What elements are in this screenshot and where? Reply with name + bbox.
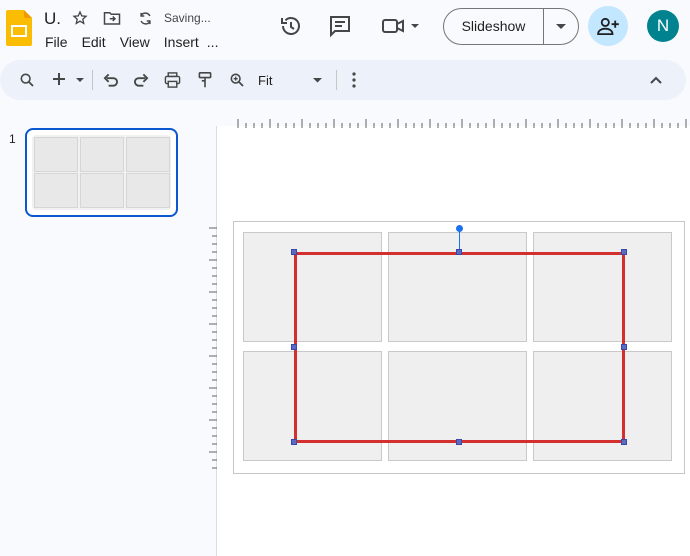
selected-rectangle-shape[interactable] [294, 252, 625, 443]
resize-handle-sw[interactable] [291, 439, 297, 445]
menu-edit[interactable]: Edit [82, 34, 106, 50]
comments-icon[interactable] [328, 14, 352, 38]
toolbar-divider [92, 70, 93, 90]
share-button[interactable] [588, 6, 628, 46]
thumb-cell [126, 137, 170, 172]
meet-dropdown-icon[interactable] [410, 22, 420, 30]
account-avatar[interactable]: N [647, 10, 679, 42]
resize-handle-se[interactable] [621, 439, 627, 445]
menu-insert[interactable]: Insert [164, 34, 199, 50]
rotation-handle[interactable] [456, 225, 463, 232]
app-header: U. Saving... File Edit View Insert ... S… [0, 0, 690, 58]
vertical-ruler[interactable] [208, 226, 218, 474]
resize-handle-w[interactable] [291, 344, 297, 350]
menu-view[interactable]: View [120, 34, 150, 50]
resize-handle-n[interactable] [456, 249, 462, 255]
sync-icon [140, 11, 151, 25]
slideshow-label[interactable]: Slideshow [444, 9, 544, 44]
title-actions: Saving... [72, 10, 211, 26]
move-folder-icon[interactable] [103, 10, 121, 26]
paint-format-icon[interactable] [198, 72, 212, 88]
print-icon[interactable] [164, 72, 181, 88]
version-history-icon[interactable] [279, 14, 303, 38]
redo-icon[interactable] [134, 73, 149, 87]
chevron-down-icon [556, 23, 566, 29]
thumb-cell [34, 137, 78, 172]
resize-handle-s[interactable] [456, 439, 462, 445]
star-icon[interactable] [72, 10, 88, 26]
thumb-cell [126, 173, 170, 208]
resize-handle-e[interactable] [621, 344, 627, 350]
thumb-cell [80, 173, 124, 208]
zoom-select-value[interactable]: Fit [258, 73, 272, 88]
menu-bar: File Edit View Insert ... [45, 34, 218, 50]
slideshow-options[interactable] [544, 23, 578, 30]
new-slide-dropdown-icon[interactable] [76, 78, 84, 83]
slide-thumbnail[interactable] [25, 128, 178, 217]
meet-video-icon[interactable] [381, 16, 405, 36]
zoom-dropdown-icon[interactable] [313, 78, 322, 83]
slideshow-button[interactable]: Slideshow [443, 8, 579, 45]
resize-handle-ne[interactable] [621, 249, 627, 255]
search-icon[interactable] [19, 72, 35, 88]
slide-thumbnail-canvas [32, 135, 171, 210]
main-toolbar: Fit [0, 60, 686, 100]
slide-number: 1 [9, 132, 16, 146]
undo-icon[interactable] [103, 73, 118, 87]
zoom-icon[interactable] [229, 72, 245, 88]
horizontal-ruler[interactable] [236, 116, 690, 130]
resize-handle-nw[interactable] [291, 249, 297, 255]
more-vert-icon[interactable] [351, 72, 357, 88]
slides-logo-icon[interactable] [6, 10, 32, 46]
collapse-toolbar-icon[interactable] [650, 76, 662, 84]
menu-file[interactable]: File [45, 34, 68, 50]
thumb-cell [34, 173, 78, 208]
menu-more[interactable]: ... [207, 34, 219, 50]
add-person-icon [597, 17, 619, 35]
toolbar-divider [336, 70, 337, 90]
new-slide-icon[interactable] [52, 72, 66, 86]
thumb-cell [80, 137, 124, 172]
save-status: Saving... [164, 11, 211, 25]
document-title[interactable]: U. [44, 9, 61, 29]
